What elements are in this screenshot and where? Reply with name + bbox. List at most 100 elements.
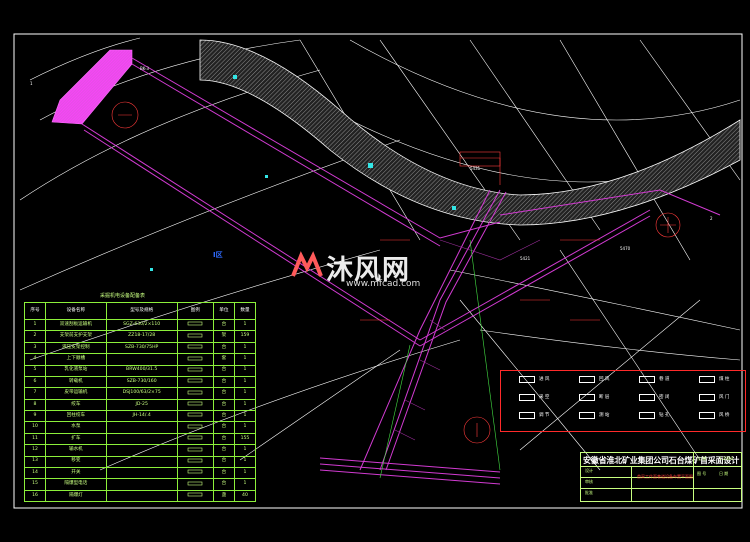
legend-label: 断 层 [599, 395, 610, 400]
svg-text:5431: 5431 [470, 166, 481, 171]
legend-symbol-cell [176, 330, 214, 343]
legend-label: 风 门 [719, 395, 730, 400]
table-row: 2 支架前支护支架 ZZ18-17/28 架 159 [23, 330, 257, 343]
legend-symbol-cell [176, 398, 214, 412]
legend-symbol-cell [176, 466, 214, 480]
legend-symbol-cell [176, 455, 214, 468]
square-legend-icon [639, 376, 655, 383]
table-cell: 4 [23, 353, 47, 366]
header-cell: 型号及规格 [105, 302, 178, 320]
table-cell: 159 [233, 330, 257, 343]
table-row: 4 上下顺槽 套 1 [23, 353, 257, 366]
legend-symbol-cell [176, 444, 214, 457]
legend-symbol-cell [176, 489, 214, 503]
legend-symbol-cell [176, 421, 214, 434]
table-cell: 40 [233, 489, 257, 503]
table-row: 1 双速刮板运输机 SGZ-630/2×110 台 1 [23, 318, 257, 332]
table-cell: 台 [212, 341, 235, 355]
coal-seam-band [199, 39, 741, 226]
legend-symbol-cell [176, 409, 214, 423]
legend-symbol-cell [176, 375, 214, 389]
legend-label: 测 站 [599, 413, 610, 418]
table-cell: 盏 [212, 489, 235, 503]
table-cell: 5 [23, 364, 47, 377]
table-cell: 双速刮板运输机 [45, 318, 107, 332]
table-row: 16 隔爆灯 盏 40 [23, 489, 257, 503]
table-cell: 架 [212, 330, 235, 343]
svg-text:BK-3: BK-3 [140, 66, 149, 71]
legend-symbol-cell [176, 341, 214, 355]
legend-symbol-cell [176, 364, 214, 377]
table-cell [105, 489, 178, 503]
legend-symbol-cell [176, 318, 214, 332]
title-block: 安徽省淮北矿业集团公司石台煤矿首采面设计 首采工作面巷道设备布置平面图 设计 审核… [580, 452, 742, 502]
table-cell: 台 [212, 432, 235, 446]
legend-symbol-cell [176, 478, 214, 491]
legend-box: 进 风 回 风 巷 道 煤 柱采 空 断 层 密 闭 风 门调 节 测 站 钻 孔 风 桥 [500, 370, 746, 432]
table-cell: 移变 [45, 455, 107, 468]
table-row: 13 移变 台 1 [23, 455, 257, 468]
table-cell: SGZ-630/2×110 [105, 318, 178, 332]
table-row: 14 开关 台 1 [23, 466, 257, 480]
line2-legend-icon [579, 412, 595, 419]
table-cell: 台 [212, 444, 235, 457]
table-cell: 台 [212, 421, 235, 434]
header-cell: 数量 [233, 302, 257, 320]
zone-label: I区 [213, 251, 223, 259]
legend-label: 采 空 [539, 395, 550, 400]
table-cell: 回柱绞车 [45, 409, 107, 423]
table-cell: 1 [233, 444, 257, 457]
legend-label: 煤 柱 [719, 377, 730, 382]
title-block-cell: 1:2000 [719, 456, 734, 461]
table-cell: 转载机 [45, 375, 107, 389]
table-cell: 12 [23, 444, 47, 457]
table-cell: 1 [233, 478, 257, 491]
equipment-table-caption: 采掘机电设备配备表 [100, 293, 146, 299]
title-block-cell: 比 例 [697, 456, 707, 461]
table-cell: 台 [212, 409, 235, 423]
legend-label: 进 风 [539, 377, 550, 382]
table-cell: 1 [233, 341, 257, 355]
table-cell [105, 353, 178, 366]
table-cell: 1 [233, 398, 257, 412]
legend-symbol-cell [176, 353, 214, 366]
box-legend-icon [699, 412, 715, 419]
header-cell: 图例 [176, 302, 214, 320]
table-row: 12 输水机 台 1 [23, 444, 257, 457]
table-row: 10 水泵 台 1 [23, 421, 257, 434]
table-cell [105, 421, 178, 434]
table-cell: DSJ100/63/2×75 [105, 387, 178, 400]
legend-symbol-cell [176, 432, 214, 446]
drawing-title: 安徽省淮北矿业集团公司石台煤矿首采面设计 [583, 456, 739, 465]
table-cell: ZZ18-17/28 [105, 330, 178, 343]
table-row: 5 乳化液泵站 BRW400/31.5 台 1 [23, 364, 257, 377]
table-cell: 1 [233, 466, 257, 480]
cad-drawing-viewport[interactable]: BK-3 5431 5421 5470 1 2 I区 沐风网 www.mfcad… [0, 0, 750, 542]
table-row: 6 转载机 SZB-730/160 台 1 [23, 375, 257, 389]
table-cell: 台 [212, 375, 235, 389]
equipment-table-body: 1 双速刮板运输机 SGZ-630/2×110 台 1 2 支架前支护支架 ZZ18-17/2… [23, 318, 257, 503]
table-cell: 台 [212, 318, 235, 332]
table-cell: 隔爆灯 [45, 489, 107, 503]
table-cell: 1 [233, 364, 257, 377]
table-cell: 155 [233, 432, 257, 446]
header-cell: 序号 [23, 302, 47, 320]
table-cell: 1 [233, 455, 257, 468]
table-cell [105, 466, 178, 480]
table-cell [105, 478, 178, 491]
table-cell: 6 [23, 375, 47, 389]
rect-legend-icon [699, 376, 715, 383]
table-cell: 液压支架控制 [45, 341, 107, 355]
table-cell: 10 [23, 421, 47, 434]
table-cell: 台 [212, 398, 235, 412]
table-row: 8 绞车 JD-25 台 1 [23, 398, 257, 412]
table-cell [105, 455, 178, 468]
table-cell: 16 [23, 489, 47, 503]
svg-text:5421: 5421 [520, 256, 531, 261]
table-cell: 9 [23, 409, 47, 423]
mf-logo-icon [291, 251, 323, 277]
table-cell: 开关 [45, 466, 107, 480]
table-cell: 14 [23, 466, 47, 480]
table-cell: 1 [233, 375, 257, 389]
table-cell: 1 [233, 421, 257, 434]
